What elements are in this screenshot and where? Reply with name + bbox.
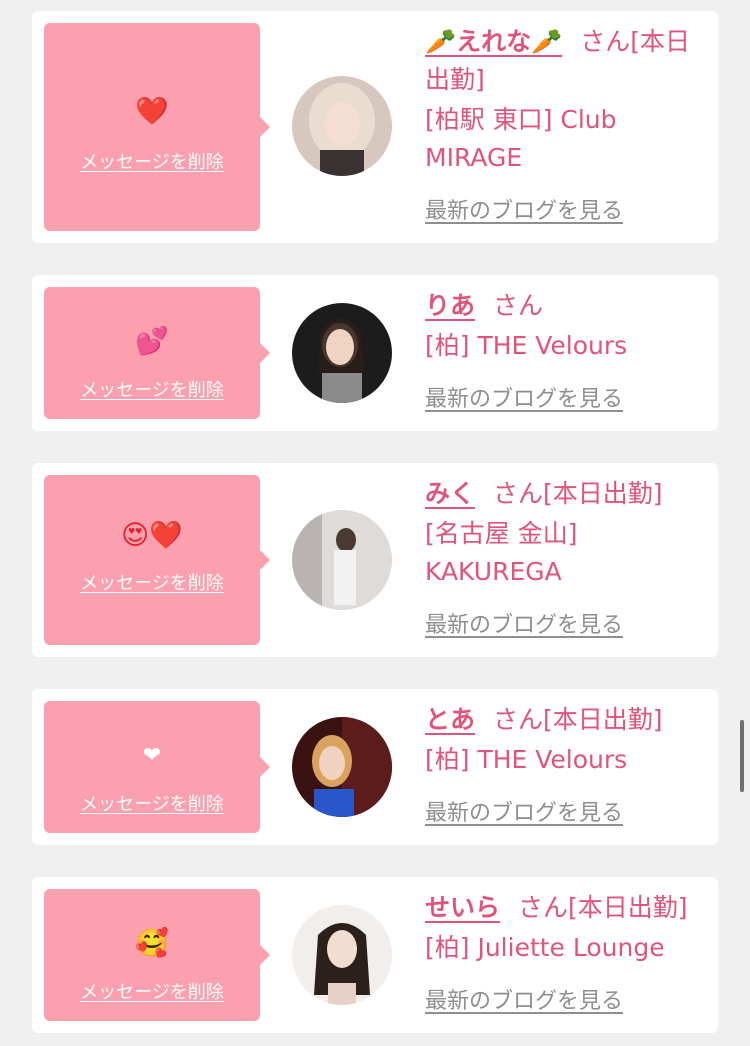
honorific-label: さん — [493, 291, 544, 320]
cast-name-link[interactable]: せいら — [425, 893, 500, 922]
delete-message-link[interactable]: メッセージを削除 — [44, 793, 260, 817]
cast-info: りあ さん [柏] THE Velours — [425, 287, 709, 365]
name-line: せいら さん[本日出勤] — [425, 889, 709, 927]
cast-avatar[interactable] — [292, 303, 392, 403]
message-card: ❤️ メッセージを削除 🥕えれな🥕 さん[本日出勤] [柏駅 東口] Club M… — [32, 11, 718, 243]
honorific-label: さん[本日出勤] — [493, 479, 663, 508]
honorific-label: さん[本日出勤] — [518, 893, 688, 922]
shop-label: [柏] THE Velours — [425, 745, 628, 774]
two-hearts-icon: 💕 — [135, 326, 169, 357]
red-heart-icon: ❤️ — [135, 96, 169, 127]
cast-avatar[interactable] — [292, 717, 392, 817]
name-line: とあ さん[本日出勤] — [425, 701, 709, 739]
cast-info: とあ さん[本日出勤] [柏] THE Velours — [425, 701, 709, 779]
smiling-face-with-hearts-icon: 🥰 — [135, 928, 169, 959]
delete-message-link[interactable]: メッセージを削除 — [44, 981, 260, 1005]
cast-avatar[interactable] — [292, 76, 392, 176]
latest-blog-link[interactable]: 最新のブログを見る — [425, 197, 623, 227]
cast-info: せいら さん[本日出勤] [柏] Juliette Lounge — [425, 889, 709, 967]
cast-name-link[interactable]: とあ — [425, 705, 475, 734]
heart-eyes-and-red-heart-icon: 😍❤️ — [121, 520, 183, 551]
shop-label: [柏駅 東口] Club MIRAGE — [425, 105, 617, 172]
name-line: みく さん[本日出勤] — [425, 475, 709, 513]
shop-label: [柏] Juliette Lounge — [425, 933, 665, 962]
message-bubble: 💕 メッセージを削除 — [44, 287, 270, 419]
message-bubble: ❤️ メッセージを削除 — [44, 23, 270, 231]
delete-message-link[interactable]: メッセージを削除 — [44, 151, 260, 175]
shop-label: [名古屋 金山] KAKUREGA — [425, 519, 578, 586]
shop-label: [柏] THE Velours — [425, 331, 628, 360]
cast-name-link[interactable]: りあ — [425, 291, 475, 320]
cast-name-link[interactable]: 🥕えれな🥕 — [425, 27, 562, 56]
message-card: 😍❤️ メッセージを削除 みく さん[本日出勤] [名古屋 金山] KAKUREG… — [32, 463, 718, 657]
honorific-label: さん[本日出勤] — [493, 705, 663, 734]
latest-blog-link[interactable]: 最新のブログを見る — [425, 611, 623, 641]
name-line: 🥕えれな🥕 さん[本日出勤] — [425, 23, 709, 99]
message-bubble: ❤ メッセージを削除 — [44, 701, 270, 833]
name-line: りあ さん — [425, 287, 709, 325]
message-bubble: 😍❤️ メッセージを削除 — [44, 475, 270, 645]
cast-name-link[interactable]: みく — [425, 479, 475, 508]
delete-message-link[interactable]: メッセージを削除 — [44, 379, 260, 403]
cast-avatar[interactable] — [292, 905, 392, 1005]
cast-info: 🥕えれな🥕 さん[本日出勤] [柏駅 東口] Club MIRAGE — [425, 23, 709, 177]
latest-blog-link[interactable]: 最新のブログを見る — [425, 799, 623, 829]
cast-avatar[interactable] — [292, 510, 392, 610]
white-heart-icon: ❤ — [142, 743, 162, 768]
delete-message-link[interactable]: メッセージを削除 — [44, 572, 260, 596]
latest-blog-link[interactable]: 最新のブログを見る — [425, 385, 623, 415]
message-card: 💕 メッセージを削除 りあ さん [柏] THE Velours 最新のブログを見… — [32, 275, 718, 431]
cast-info: みく さん[本日出勤] [名古屋 金山] KAKUREGA — [425, 475, 709, 591]
message-card: 🥰 メッセージを削除 せいら さん[本日出勤] [柏] Juliette Loun… — [32, 877, 718, 1033]
latest-blog-link[interactable]: 最新のブログを見る — [425, 987, 623, 1017]
message-card: ❤ メッセージを削除 とあ さん[本日出勤] [柏] THE Velours 最新… — [32, 689, 718, 845]
scrollbar[interactable] — [740, 720, 744, 792]
message-bubble: 🥰 メッセージを削除 — [44, 889, 270, 1021]
